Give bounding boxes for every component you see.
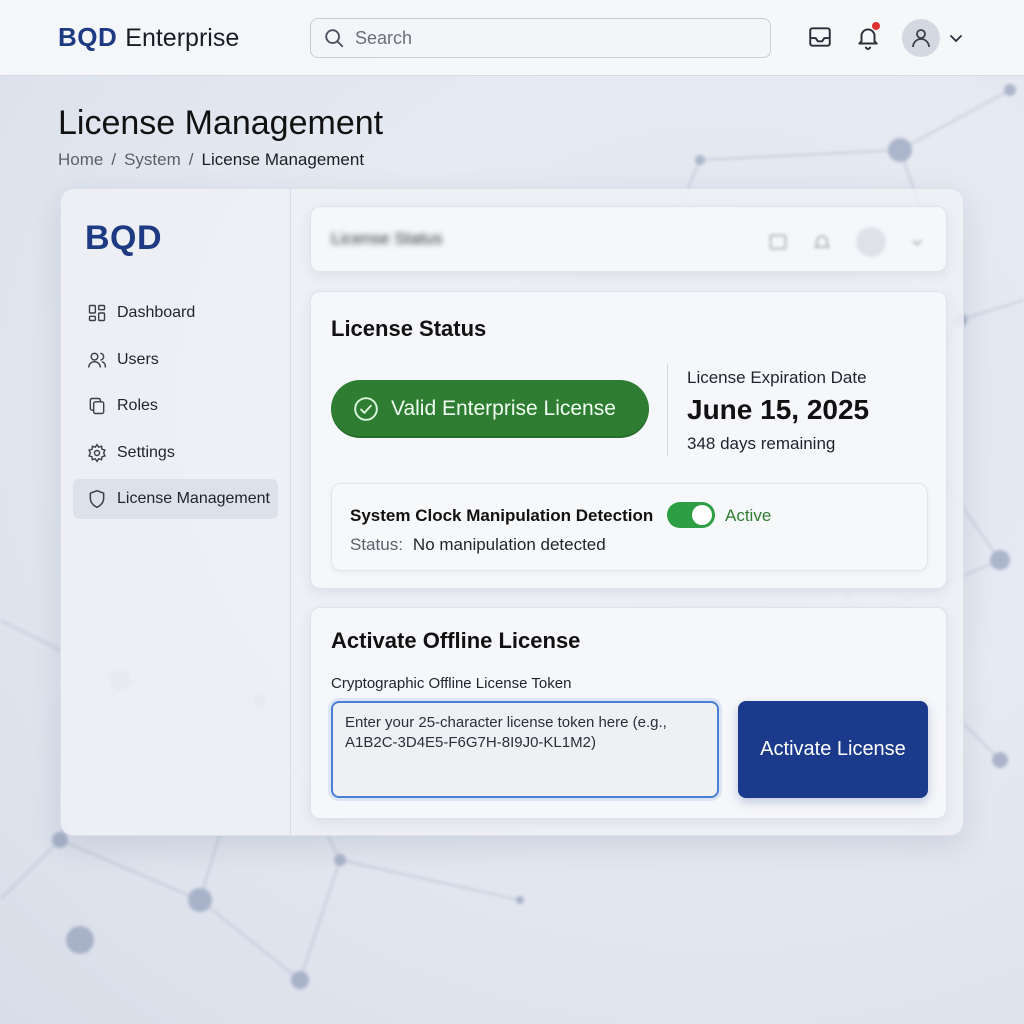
- search-input[interactable]: [355, 27, 755, 49]
- sidebar-item-label: Dashboard: [117, 304, 196, 321]
- breadcrumb: Home / System / License Management: [58, 150, 364, 170]
- sidebar-item-label: Settings: [117, 443, 175, 461]
- activate-license-button[interactable]: Activate License: [738, 701, 928, 798]
- user-avatar[interactable]: [902, 19, 940, 57]
- clock-detection-toggle[interactable]: [667, 502, 715, 528]
- sidebar-nav: Dashboard Users Roles Settings License M…: [73, 293, 278, 526]
- breadcrumb-current: License Management: [201, 150, 365, 169]
- clock-detection-status: Status: No manipulation detected: [350, 535, 606, 555]
- main-panel: BQD Dashboard Users Roles Settings Licen…: [60, 188, 964, 836]
- top-navigation-bar: BQD Enterprise: [0, 0, 1024, 76]
- sidebar-item-settings[interactable]: Settings: [73, 433, 278, 473]
- expiration-label: License Expiration Date: [687, 368, 867, 387]
- inbox-button[interactable]: [807, 24, 833, 50]
- shield-icon: [89, 489, 105, 509]
- license-token-input[interactable]: [331, 701, 719, 798]
- sidebar-item-roles[interactable]: Roles: [73, 386, 278, 426]
- search-icon: [325, 29, 344, 48]
- breadcrumb-separator: /: [188, 150, 194, 169]
- search-box[interactable]: [310, 18, 771, 58]
- license-valid-badge: Valid Enterprise License: [331, 380, 649, 438]
- clock-detection-title: System Clock Manipulation Detection: [350, 506, 654, 525]
- blurred-content-header: License Status: [310, 206, 947, 272]
- sidebar-item-label: License Management: [117, 490, 270, 507]
- expiration-date: June 15, 2025: [687, 394, 870, 425]
- breadcrumb-system[interactable]: System: [124, 150, 181, 170]
- avatar: [856, 227, 886, 257]
- card-title: License Status: [331, 316, 487, 341]
- status-key: Status:: [350, 535, 403, 554]
- days-remaining: 348 days remaining: [687, 434, 836, 453]
- bell-icon: [813, 235, 831, 248]
- chevron-down-icon: [912, 239, 922, 246]
- notifications-button[interactable]: [855, 22, 881, 50]
- license-status-card: License Status Valid Enterprise License …: [310, 291, 947, 589]
- brand-logo[interactable]: BQD Enterprise: [58, 22, 239, 53]
- sidebar-item-license-management[interactable]: License Management: [73, 479, 278, 519]
- clock-manipulation-panel: System Clock Manipulation Detection Acti…: [331, 483, 928, 571]
- sidebar-item-users[interactable]: Users: [73, 340, 278, 380]
- license-valid-text: Valid Enterprise License: [391, 397, 616, 420]
- account-menu-toggle[interactable]: [948, 30, 964, 46]
- breadcrumb-separator: /: [111, 150, 117, 169]
- sidebar: BQD Dashboard Users Roles Settings Licen…: [61, 189, 291, 835]
- brand-mark: BQD: [58, 22, 118, 52]
- divider: [667, 364, 668, 456]
- chevron-down-icon: [950, 35, 962, 43]
- blurred-icons: [768, 227, 924, 257]
- roles-icon: [89, 397, 105, 415]
- blurred-title: License Status: [331, 229, 443, 248]
- toggle-state-label: Active: [725, 506, 772, 525]
- sidebar-item-label: Roles: [117, 397, 158, 414]
- inbox-icon: [769, 234, 787, 250]
- users-icon: [87, 352, 107, 368]
- gear-icon: [88, 442, 106, 463]
- notification-dot: [872, 22, 880, 30]
- sidebar-logo[interactable]: BQD: [85, 219, 162, 258]
- card-title: Activate Offline License: [331, 628, 581, 653]
- token-field-label: Cryptographic Offline License Token: [331, 675, 572, 692]
- toggle-knob: [692, 505, 712, 525]
- status-value: No manipulation detected: [412, 535, 606, 554]
- page-title: License Management: [58, 104, 384, 142]
- sidebar-item-label: Users: [117, 350, 159, 368]
- user-icon: [912, 29, 930, 48]
- inbox-icon: [809, 27, 831, 47]
- sidebar-item-dashboard[interactable]: Dashboard: [73, 293, 278, 333]
- check-circle-icon: [354, 397, 378, 421]
- brand-name: Enterprise: [125, 24, 240, 52]
- offline-activation-card: Activate Offline License Cryptographic O…: [310, 607, 947, 819]
- breadcrumb-home[interactable]: Home: [58, 150, 103, 170]
- dashboard-icon: [88, 304, 106, 322]
